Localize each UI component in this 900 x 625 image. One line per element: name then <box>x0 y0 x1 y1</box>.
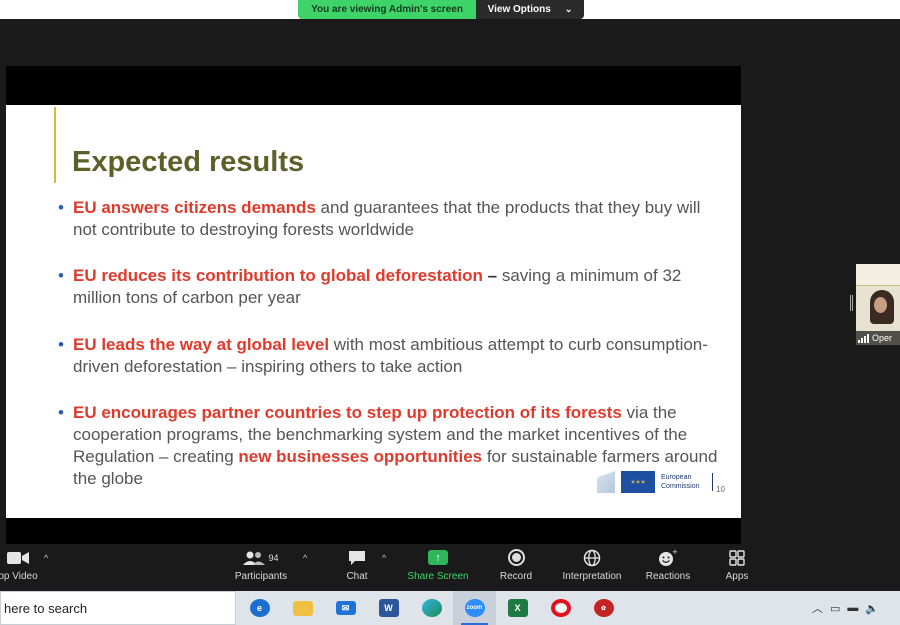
app-icon: ✿ <box>593 599 614 617</box>
speaker-face <box>874 297 887 313</box>
excel-icon: X <box>507 599 528 617</box>
thumbnail-caption: Oper <box>856 331 900 345</box>
globe-icon <box>583 544 601 571</box>
network-icon[interactable]: ▭ <box>830 602 840 615</box>
edge-taskbar-button[interactable] <box>410 591 453 625</box>
logo-divider <box>711 473 713 491</box>
view-options-button[interactable]: View Options ⌄ <box>476 0 584 19</box>
viewing-banner: You are viewing Admin's screen View Opti… <box>298 0 584 19</box>
european-commission-logo: ✶✶✶ European Commission <box>597 471 713 493</box>
zoom-taskbar-button[interactable]: zoom <box>453 591 496 625</box>
chat-label: Chat <box>346 571 368 582</box>
meeting-toolbar: op Video ^ 94 Participants ^ Chat ^ ↑ Sh… <box>0 544 900 591</box>
edge-legacy-icon: e <box>249 599 270 617</box>
share-screen-icon-wrap: ↑ <box>428 544 448 571</box>
bullet-item: • EU answers citizens demands and guaran… <box>58 197 718 241</box>
chat-options-caret-icon[interactable]: ^ <box>382 553 386 563</box>
bullet-dot: • <box>58 335 64 354</box>
viewing-label: You are viewing Admin's screen <box>298 0 476 19</box>
stop-video-button[interactable]: op Video <box>0 544 44 591</box>
apps-button[interactable]: Apps <box>718 544 756 591</box>
video-camera-icon <box>7 544 29 571</box>
windows-taskbar: here to search e ✉ W zoom X ✿ ︿ ▭ ▬ 🔈 <box>0 591 900 625</box>
thumbnail-name: Oper <box>872 333 893 343</box>
record-button[interactable]: Record <box>495 544 537 591</box>
share-screen-icon: ↑ <box>428 550 448 565</box>
chat-button[interactable]: Chat <box>337 544 377 591</box>
zoom-icon-label: zoom <box>466 605 483 611</box>
participants-options-caret-icon[interactable]: ^ <box>303 553 307 563</box>
edge-icon <box>421 599 442 617</box>
participants-label: Participants <box>234 571 288 582</box>
chevron-down-icon: ⌄ <box>564 4 573 14</box>
view-options-label: View Options <box>487 4 551 15</box>
shared-screen: Expected results • EU answers citizens d… <box>6 66 741 544</box>
slide-title: Expected results <box>72 146 305 178</box>
mail-icon: ✉ <box>335 601 356 615</box>
file-explorer-taskbar-button[interactable] <box>281 591 324 625</box>
reactions-label: Reactions <box>645 571 691 582</box>
share-screen-label: Share Screen <box>407 571 469 582</box>
speaker-icon[interactable]: 🔈 <box>865 602 879 615</box>
search-placeholder: here to search <box>4 600 88 616</box>
record-icon-wrap <box>507 544 525 571</box>
taskbar-search-input[interactable]: here to search <box>0 591 236 625</box>
excel-taskbar-button[interactable]: X <box>496 591 539 625</box>
apps-label: Apps <box>725 571 749 582</box>
opera-icon <box>550 599 571 617</box>
participants-count: 94 <box>268 552 279 563</box>
mail-taskbar-button[interactable]: ✉ <box>324 591 367 625</box>
zoom-icon: zoom <box>464 599 485 617</box>
chat-icon <box>348 544 366 571</box>
apps-icon <box>729 544 745 571</box>
chevron-up-icon[interactable]: ︿ <box>812 600 823 616</box>
logo-shape <box>597 471 615 493</box>
system-tray: ︿ ▭ ▬ 🔈 <box>812 591 879 625</box>
thumbnail-drag-handle[interactable] <box>850 295 853 311</box>
bullet-dot: • <box>58 266 64 285</box>
bullet-dot: • <box>58 403 64 422</box>
title-accent-rule <box>54 107 56 183</box>
edge-legacy-taskbar-button[interactable]: e <box>238 591 281 625</box>
opera-taskbar-button[interactable] <box>539 591 582 625</box>
logo-text: European Commission <box>661 473 700 491</box>
slide-page-number: 10 <box>716 485 725 494</box>
folder-icon <box>292 600 313 616</box>
bullet-item: • EU reduces its contribution to global … <box>58 265 718 309</box>
screen: You are viewing Admin's screen View Opti… <box>0 0 900 625</box>
reactions-button[interactable]: + Reactions <box>640 544 696 591</box>
signal-strength-icon <box>858 333 869 343</box>
eu-flag-icon: ✶✶✶ <box>621 471 655 493</box>
word-taskbar-button[interactable]: W <box>367 591 410 625</box>
taskbar-apps: e ✉ W zoom X ✿ <box>238 591 625 625</box>
participants-icon: 94 <box>243 544 279 571</box>
svg-text:+: + <box>672 549 678 556</box>
bullet-highlight: EU leads the way at global level <box>73 335 330 354</box>
word-icon: W <box>378 599 399 617</box>
thumbnail-background <box>856 264 900 286</box>
bullet-highlight: EU answers citizens demands <box>73 198 316 217</box>
speaker-thumbnail[interactable]: Oper <box>856 264 900 345</box>
app-taskbar-button[interactable]: ✿ <box>582 591 625 625</box>
bullet-dash: – <box>482 266 502 285</box>
record-icon <box>507 549 525 566</box>
record-label: Record <box>499 571 533 582</box>
bullet-highlight: EU encourages partner countries to step … <box>73 403 622 422</box>
presentation-slide: Expected results • EU answers citizens d… <box>6 105 741 518</box>
video-options-caret-icon[interactable]: ^ <box>44 553 48 563</box>
reactions-icon: + <box>658 544 678 571</box>
participants-button[interactable]: 94 Participants <box>230 544 292 591</box>
logo-text-line2: Commission <box>661 483 700 490</box>
bullet-dot: • <box>58 198 64 217</box>
logo-text-line1: European <box>661 474 692 481</box>
bullet-highlight: EU reduces its contribution to global de… <box>73 266 483 285</box>
interpretation-label: Interpretation <box>562 571 622 582</box>
interpretation-button[interactable]: Interpretation <box>554 544 630 591</box>
stop-video-label: op Video <box>0 571 38 582</box>
bullet-item: • EU leads the way at global level with … <box>58 334 718 378</box>
share-screen-button[interactable]: ↑ Share Screen <box>404 544 472 591</box>
bullet-highlight-secondary: new businesses opportunities <box>238 447 483 466</box>
battery-icon[interactable]: ▬ <box>847 602 858 614</box>
